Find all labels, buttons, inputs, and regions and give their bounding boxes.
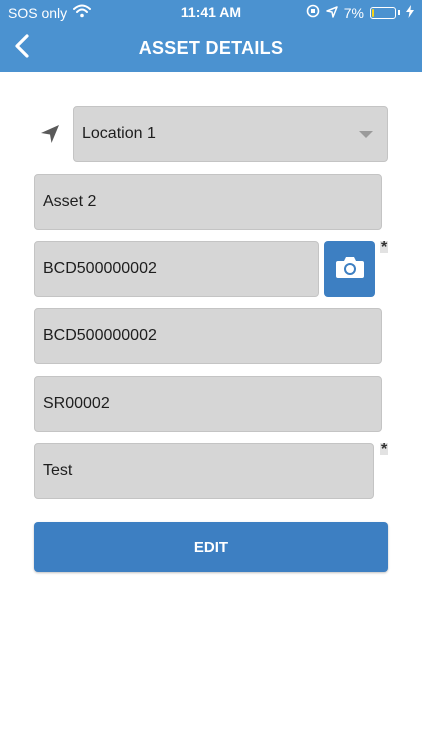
battery-icon [370,6,396,19]
dropdown-arrow-icon [359,131,373,138]
asset-name-field[interactable]: Asset 2 [34,174,382,230]
charging-bolt-icon [406,4,414,21]
camera-icon [335,255,365,284]
status-right: 7% [306,4,414,21]
location-arrow-icon [326,5,338,21]
asset-name-value: Asset 2 [43,193,97,210]
serial-number-field[interactable]: SR00002 [34,376,382,432]
location-select[interactable]: Location 1 [73,106,388,162]
orientation-lock-icon [306,4,320,21]
battery-tip [398,10,400,15]
scan-barcode-button[interactable] [324,241,375,297]
required-marker: * [380,441,389,458]
edit-button[interactable]: EDIT [34,522,388,572]
battery-level-fill [372,8,374,17]
header-bar: ASSET DETAILS [0,24,422,72]
navigation-arrow-icon [38,122,62,146]
serial-number-value: SR00002 [43,395,110,412]
tag-value: BCD500000002 [43,327,157,344]
location-value: Location 1 [82,125,156,142]
barcode-value: BCD500000002 [43,260,157,277]
required-marker: * [380,239,389,256]
description-value: Test [43,462,73,479]
description-field[interactable]: Test [34,443,374,499]
barcode-field[interactable]: BCD500000002 [34,241,319,297]
page-title: ASSET DETAILS [138,38,284,58]
battery-percent: 7% [343,4,364,21]
tag-field[interactable]: BCD500000002 [34,308,382,364]
status-bar: SOS only 11:41 AM 7% [0,0,422,24]
